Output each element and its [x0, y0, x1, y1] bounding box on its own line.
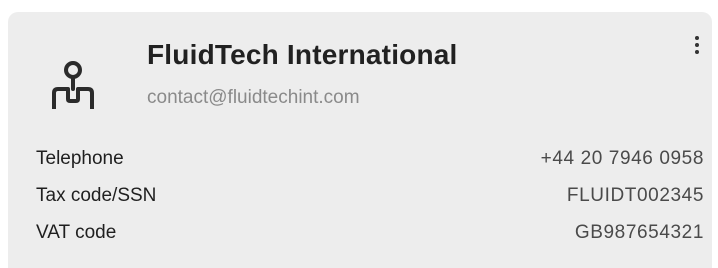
more-vertical-icon	[695, 36, 699, 40]
detail-row-vat-code: VAT code GB987654321	[36, 214, 704, 251]
company-details: Telephone +44 20 7946 0958 Tax code/SSN …	[36, 140, 704, 251]
company-email: contact@fluidtechint.com	[147, 87, 360, 108]
detail-label: Telephone	[36, 147, 124, 169]
detail-value: GB987654321	[574, 221, 704, 243]
company-card: FluidTech International contact@fluidtec…	[8, 12, 712, 268]
detail-value: +44 20 7946 0958	[540, 147, 704, 169]
detail-label: VAT code	[36, 221, 117, 243]
detail-row-telephone: Telephone +44 20 7946 0958	[36, 140, 704, 177]
more-options-button[interactable]	[686, 34, 708, 64]
person-icon	[48, 59, 98, 111]
company-name: FluidTech International	[147, 39, 458, 70]
detail-label: Tax code/SSN	[36, 184, 157, 206]
detail-value: FLUIDT002345	[566, 184, 704, 206]
detail-row-tax-code: Tax code/SSN FLUIDT002345	[36, 177, 704, 214]
